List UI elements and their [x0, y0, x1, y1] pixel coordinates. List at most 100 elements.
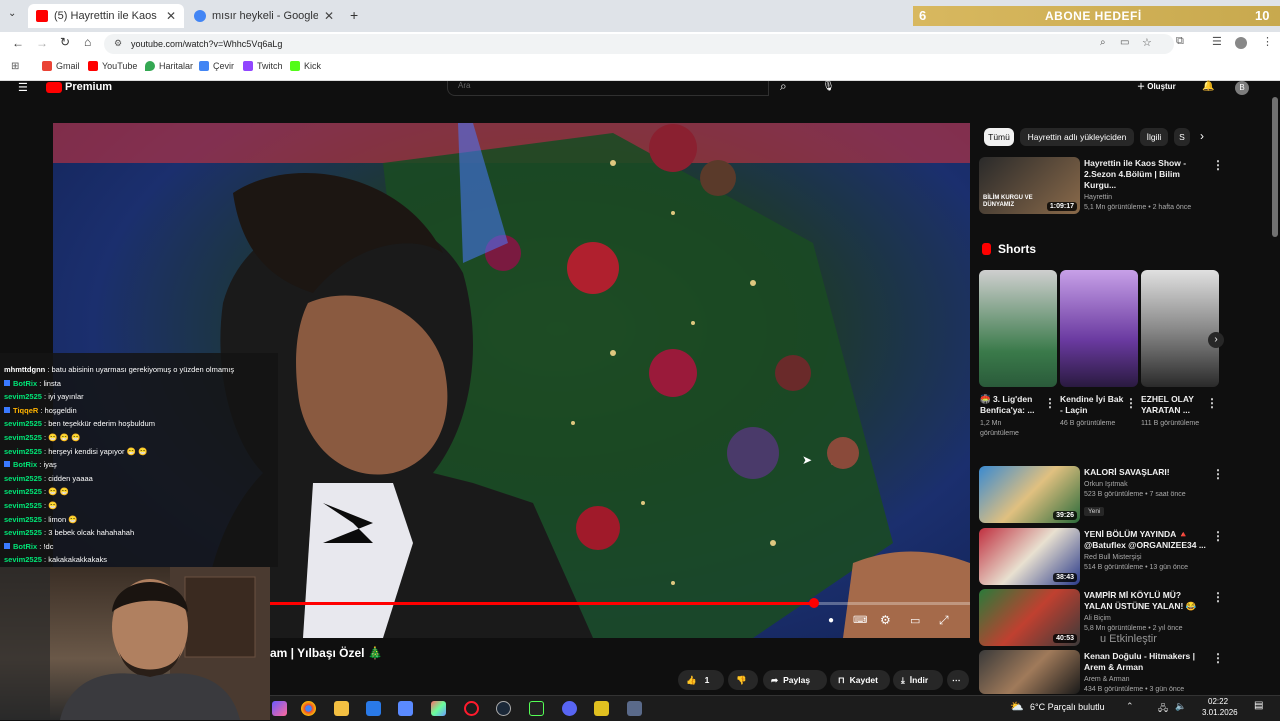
video-thumbnail[interactable]: BİLİM KURGU VE DÜNYAMIZ 1:09:17	[979, 157, 1080, 214]
network-icon[interactable]: 🖧	[1158, 701, 1168, 717]
bookmark-youtube[interactable]: YouTube	[88, 61, 137, 71]
tab-youtube[interactable]: (5) Hayrettin ile Kaos Show - 2. ✕	[28, 4, 184, 28]
like-button[interactable]: 👍 1	[678, 670, 724, 690]
shorts-next-chevron-icon[interactable]: ›	[1208, 332, 1224, 348]
photos-icon[interactable]	[431, 701, 446, 716]
recommendation-info[interactable]: YENİ BÖLÜM YAYINDA 🔺 @Batuflex @ORGANIZE…	[1084, 529, 1210, 573]
scrollbar-thumb[interactable]	[1272, 97, 1278, 237]
create-button[interactable]: ＋ Oluştur	[1137, 81, 1176, 92]
download-button[interactable]: ⤓ İndir	[893, 670, 943, 690]
tab-search-icon[interactable]: ⌄	[8, 8, 16, 19]
chip-partial[interactable]: S	[1174, 128, 1190, 146]
weather-text[interactable]: 6°C Parçalı bulutlu	[1030, 702, 1105, 712]
app-icon[interactable]	[594, 701, 609, 716]
youtube-logo-icon[interactable]	[46, 82, 62, 93]
video-thumbnail[interactable]	[979, 650, 1080, 694]
short-info[interactable]: 🏟️ 3. Lig'den Benfica'ya: ... 1,2 Mn gör…	[980, 394, 1042, 439]
video-thumbnail[interactable]: 40:53	[979, 589, 1080, 646]
video-title: VAMPİR Mİ KÖYLÜ MÜ? YALAN ÜSTÜNE YALAN! …	[1084, 590, 1197, 611]
save-button[interactable]: ⊓ Kaydet	[830, 670, 890, 690]
volume-icon[interactable]: 🔈	[1175, 701, 1186, 712]
more-actions-button[interactable]: ⋯	[947, 670, 969, 690]
bookmark-twitch[interactable]: Twitch	[243, 61, 283, 71]
bookmark-kick[interactable]: Kick	[290, 61, 321, 71]
chip-next-chevron-icon[interactable]: ›	[1200, 129, 1204, 143]
short-info[interactable]: EZHEL OLAY YARATAN ... 111 B görüntüleme	[1141, 394, 1205, 429]
chip-related[interactable]: İlgili	[1140, 128, 1168, 146]
share-button[interactable]: ➦ Paylaş	[763, 670, 827, 690]
subtitles-icon[interactable]: ⌨	[853, 615, 867, 626]
opera-icon[interactable]	[464, 701, 479, 716]
more-options-icon[interactable]: ⋮	[1206, 396, 1218, 410]
close-icon[interactable]: ✕	[166, 9, 176, 23]
chrome-icon[interactable]	[301, 701, 316, 716]
more-options-icon[interactable]: ⋮	[1125, 396, 1137, 410]
tab-google[interactable]: mısır heykeli - Google'da Ara ✕	[186, 4, 342, 28]
cast-icon[interactable]: ▭	[1120, 37, 1129, 48]
store-icon[interactable]	[366, 701, 381, 716]
notification-center-icon[interactable]: ▤	[1254, 700, 1263, 711]
bookmark-translate[interactable]: Çevir	[199, 61, 234, 71]
steam-icon[interactable]	[496, 701, 511, 716]
clock-date[interactable]: 3.01.2026	[1202, 708, 1238, 717]
fullscreen-icon[interactable]: ⤢	[939, 613, 949, 628]
more-options-icon[interactable]: ⋮	[1212, 467, 1224, 481]
reading-list-icon[interactable]: ☰	[1212, 35, 1222, 48]
menu-icon[interactable]: ⋮	[1262, 35, 1273, 48]
short-thumbnail[interactable]	[979, 270, 1057, 387]
profile-icon[interactable]	[1235, 37, 1247, 49]
recommendation-info[interactable]: KALORİ SAVAŞLARI! Orkun Işıtmak 523 B gö…	[1084, 467, 1210, 518]
recommendation-info[interactable]: VAMPİR Mİ KÖYLÜ MÜ? YALAN ÜSTÜNE YALAN! …	[1084, 590, 1210, 634]
page-scrollbar[interactable]	[1272, 95, 1278, 689]
avatar[interactable]: B	[1235, 81, 1249, 95]
reload-icon[interactable]: ↻	[60, 35, 70, 49]
notifications-icon[interactable]: 🔔	[1202, 81, 1214, 92]
recommendation-info[interactable]: Hayrettin ile Kaos Show - 2.Sezon 4.Bölü…	[1084, 158, 1210, 213]
calculator-icon[interactable]	[627, 701, 642, 716]
bookmark-maps[interactable]: Haritalar	[145, 61, 193, 71]
chip-all[interactable]: Tümü	[984, 128, 1014, 146]
more-options-icon[interactable]: ⋮	[1212, 529, 1224, 543]
clock-time[interactable]: 02:22	[1208, 697, 1228, 706]
bookmark-gmail[interactable]: Gmail	[42, 61, 80, 71]
forward-icon[interactable]: →	[36, 36, 48, 50]
bookmark-star-icon[interactable]: ☆	[1142, 36, 1152, 49]
search-icon[interactable]: ⌕	[780, 79, 787, 94]
short-thumbnail[interactable]	[1141, 270, 1219, 387]
copilot-icon[interactable]	[272, 701, 287, 716]
short-info[interactable]: Kendine İyi Bak - Laçin 46 B görüntüleme	[1060, 394, 1124, 429]
video-thumbnail[interactable]: 38:43	[979, 528, 1080, 585]
url-text[interactable]: youtube.com/watch?v=Whhc5Vq6aLg	[131, 39, 282, 49]
search-input[interactable]: Ara	[447, 81, 769, 96]
settings-gear-icon[interactable]: ⚙	[880, 613, 891, 627]
autoplay-toggle-icon[interactable]: ●	[828, 615, 834, 626]
zoom-icon[interactable]: ⌕	[1100, 37, 1106, 48]
dislike-button[interactable]: 👎	[728, 670, 758, 690]
site-info-icon[interactable]: ⚙	[114, 38, 122, 49]
short-thumbnail[interactable]	[1060, 270, 1138, 387]
more-options-icon[interactable]: ⋮	[1212, 158, 1224, 172]
chip-from-uploader[interactable]: Hayrettin adlı yükleyiciden	[1020, 128, 1134, 146]
back-icon[interactable]: ←	[12, 36, 24, 50]
channel-name: Arem & Arman	[1084, 676, 1130, 683]
discord-icon[interactable]	[562, 701, 577, 716]
video-thumbnail[interactable]: 39:26	[979, 466, 1080, 523]
youtube-premium-logo[interactable]: Premium	[65, 81, 112, 93]
file-explorer-icon[interactable]	[334, 701, 349, 716]
microphone-icon[interactable]: 🎙	[822, 81, 835, 92]
more-options-icon[interactable]: ⋮	[1212, 590, 1224, 604]
new-tab-button[interactable]: +	[350, 7, 358, 23]
recommendation-info[interactable]: Kenan Doğulu - Hitmakers | Arem & Arman …	[1084, 651, 1210, 694]
home-icon[interactable]: ⌂	[84, 35, 91, 49]
close-icon[interactable]: ✕	[324, 9, 334, 23]
extensions-icon[interactable]: ⧉	[1176, 35, 1184, 48]
address-bar[interactable]: ⚙ youtube.com/watch?v=Whhc5Vq6aLg ⌕ ▭ ☆	[104, 34, 1174, 54]
miniplayer-icon[interactable]: ▭	[910, 614, 920, 627]
more-options-icon[interactable]: ⋮	[1044, 396, 1056, 410]
more-options-icon[interactable]: ⋮	[1212, 651, 1224, 665]
obs-icon[interactable]	[529, 701, 544, 716]
hamburger-menu-icon[interactable]: ☰	[18, 81, 28, 94]
apps-icon[interactable]: ⊞	[11, 61, 19, 72]
app-icon[interactable]	[398, 701, 413, 716]
tray-chevron-icon[interactable]: ⌃	[1126, 701, 1134, 712]
